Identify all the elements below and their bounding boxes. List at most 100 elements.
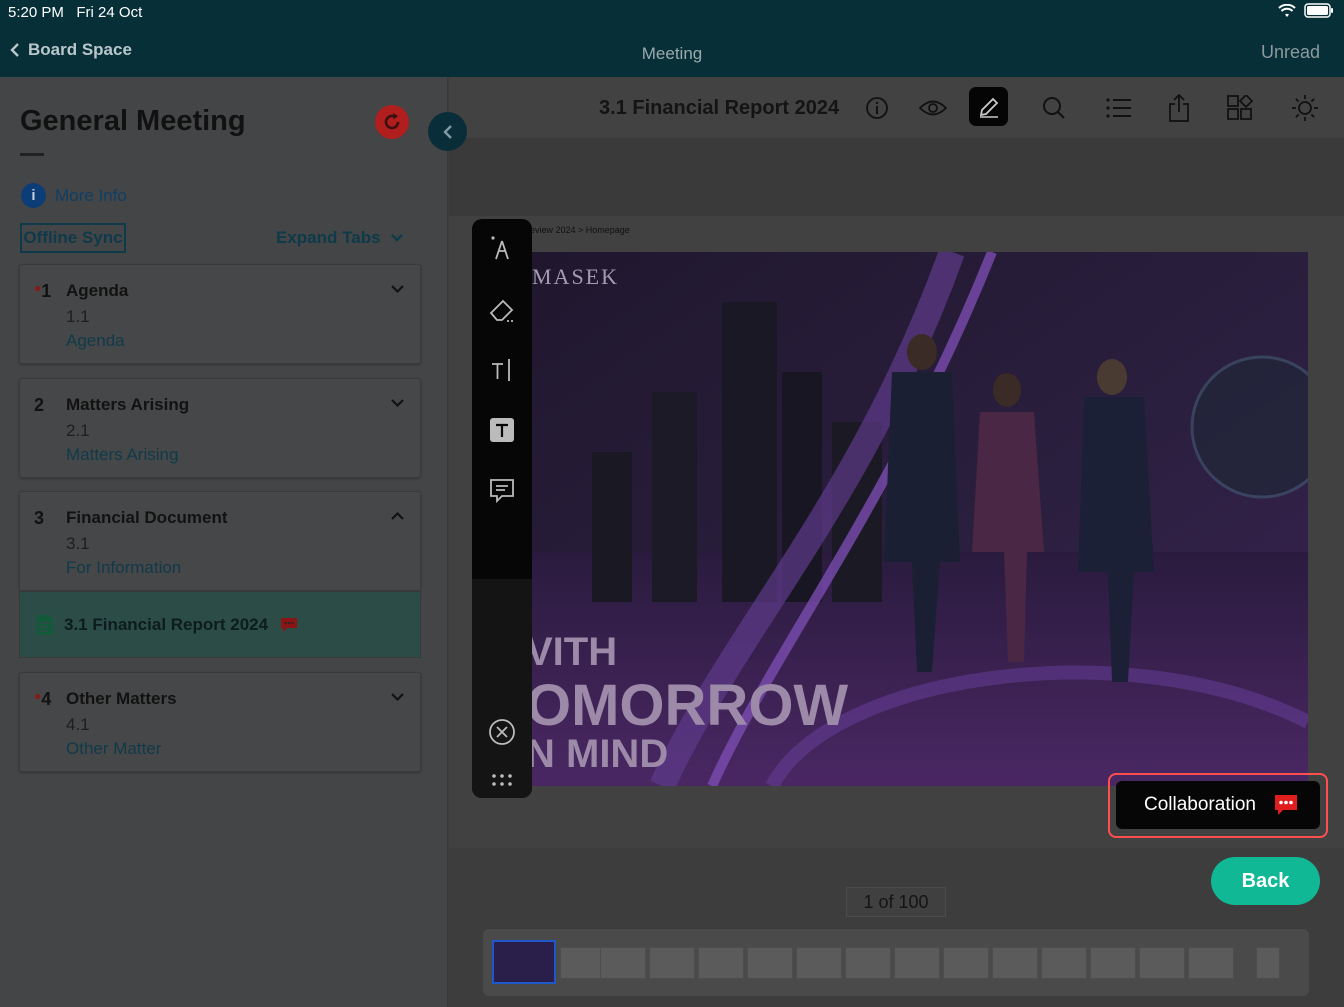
page-thumbnail[interactable]	[1256, 947, 1280, 979]
agenda-item-1[interactable]: ●1 Agenda 1.1 Agenda	[19, 264, 421, 364]
item-sub-number: 3.1	[66, 534, 90, 553]
page-thumbnail[interactable]	[747, 947, 793, 979]
page-thumbnail[interactable]	[894, 947, 940, 979]
document-item-financial-report[interactable]: 3.1 Financial Report 2024	[19, 591, 421, 658]
chevron-down-icon[interactable]	[391, 399, 404, 407]
agenda-item-2[interactable]: 2 Matters Arising 2.1 Matters Arising	[19, 378, 421, 478]
chevron-down-icon	[390, 234, 403, 242]
item-title: Other Matters	[66, 689, 177, 708]
item-number: ●1	[34, 281, 52, 301]
meeting-title: General Meeting	[20, 105, 246, 137]
unread-button[interactable]: Unread	[1261, 42, 1320, 63]
sun-icon	[1292, 95, 1318, 121]
page-thumbnail[interactable]	[698, 947, 744, 979]
info-button[interactable]	[858, 89, 896, 127]
annotation-toolbar	[472, 219, 532, 798]
item-sub-link[interactable]: Matters Arising	[66, 445, 178, 465]
slide-headline-line-2: OMORROW	[532, 673, 849, 738]
back-button[interactable]: Back	[1211, 857, 1320, 905]
slide-headline-line-1: VITH	[532, 630, 618, 674]
item-sub-number: 2.1	[66, 421, 90, 440]
agenda-item-4[interactable]: ●4 Other Matters 4.1 Other Matter	[19, 672, 421, 772]
item-sub-link[interactable]: Agenda	[66, 331, 125, 351]
page-breadcrumb: eview 2024 > Homepage	[530, 225, 630, 235]
drag-handle[interactable]	[487, 765, 517, 795]
collaboration-button[interactable]: Collaboration	[1116, 781, 1320, 829]
expand-tabs-button[interactable]: Expand Tabs	[276, 228, 403, 248]
battery-icon	[1304, 3, 1333, 18]
nav-title: Meeting	[641, 44, 703, 63]
comment-tool[interactable]	[487, 476, 517, 506]
chat-bubble-icon	[1274, 795, 1297, 815]
text-tool[interactable]	[487, 355, 517, 385]
info-icon: i	[21, 183, 46, 208]
title-underline	[20, 153, 44, 156]
textbox-tool[interactable]	[487, 415, 517, 445]
expand-tabs-label: Expand Tabs	[276, 228, 381, 247]
refresh-button[interactable]	[375, 105, 409, 139]
status-date: Fri 24 Oct	[76, 4, 143, 21]
item-number: 2	[34, 395, 45, 415]
list-icon	[1106, 98, 1131, 118]
apps-button[interactable]	[1221, 89, 1259, 127]
item-sub-link[interactable]: For Information	[66, 558, 181, 578]
status-clock: 5:20 PM	[8, 4, 64, 21]
grid-icon	[1227, 95, 1253, 120]
page-thumbnail[interactable]	[992, 947, 1038, 979]
text-cursor-icon	[492, 359, 510, 381]
collaboration-label: Collaboration	[1144, 794, 1256, 815]
slide-image: MASEK VITH OMORROW N MIND	[532, 252, 1308, 786]
info-icon	[866, 97, 888, 119]
chevron-up-icon[interactable]	[391, 512, 404, 520]
page-thumbnail[interactable]	[1139, 947, 1185, 979]
chevron-left-icon	[442, 124, 452, 139]
page-thumbnail[interactable]	[1188, 947, 1234, 979]
refresh-icon	[384, 113, 400, 130]
item-number: 3	[34, 508, 45, 528]
status-icons	[1278, 3, 1334, 18]
search-icon	[1043, 97, 1065, 119]
page-thumbnail[interactable]	[649, 947, 695, 979]
pencil-icon	[979, 97, 998, 118]
share-icon	[1169, 94, 1189, 122]
more-info-link[interactable]: i More Info	[21, 183, 127, 208]
text-box-icon	[490, 418, 514, 442]
item-sub-number: 4.1	[66, 715, 90, 734]
pen-nib-icon	[491, 236, 509, 260]
top-bar: 5:20 PM Fri 24 Oct Board Space Meeting U…	[0, 0, 1344, 77]
outline-button[interactable]	[1100, 89, 1138, 127]
collapse-panel-button[interactable]	[428, 112, 467, 151]
close-annotation-button[interactable]	[487, 717, 517, 747]
item-sub-link[interactable]: Other Matter	[66, 739, 161, 759]
eraser-tool[interactable]	[487, 295, 517, 325]
offline-sync-button[interactable]: Offline Sync	[20, 223, 126, 253]
page-thumbnail[interactable]	[1090, 947, 1136, 979]
pen-tool[interactable]	[487, 234, 517, 264]
chevron-down-icon[interactable]	[391, 693, 404, 701]
slide-logo-text: MASEK	[532, 264, 620, 289]
page-thumbnail[interactable]	[560, 947, 604, 979]
page-thumbnail[interactable]	[1041, 947, 1087, 979]
annotate-button[interactable]	[969, 87, 1008, 126]
page-thumbnail[interactable]	[600, 947, 646, 979]
agenda-item-3[interactable]: 3 Financial Document 3.1 For Information	[19, 491, 421, 591]
viewer-spacer	[449, 138, 1344, 216]
view-button[interactable]	[914, 89, 952, 127]
chevron-down-icon[interactable]	[391, 285, 404, 293]
eraser-icon	[489, 299, 514, 322]
page-thumbnail[interactable]	[492, 940, 556, 984]
slide-headline-line-3: N MIND	[532, 732, 669, 776]
document-title: 3.1 Financial Report 2024	[64, 614, 269, 634]
page-thumbnail[interactable]	[943, 947, 989, 979]
comment-icon	[490, 479, 514, 504]
search-button[interactable]	[1035, 89, 1073, 127]
agenda-panel: General Meeting i More Info Offline Sync…	[0, 77, 448, 1007]
close-circle-icon	[489, 719, 515, 745]
item-title: Financial Document	[66, 508, 228, 527]
wifi-icon	[1278, 3, 1296, 17]
page-thumbnail[interactable]	[845, 947, 891, 979]
page-thumbnail[interactable]	[796, 947, 842, 979]
share-button[interactable]	[1160, 89, 1198, 127]
brightness-button[interactable]	[1286, 89, 1324, 127]
page-thumbnail-strip[interactable]	[483, 929, 1309, 996]
